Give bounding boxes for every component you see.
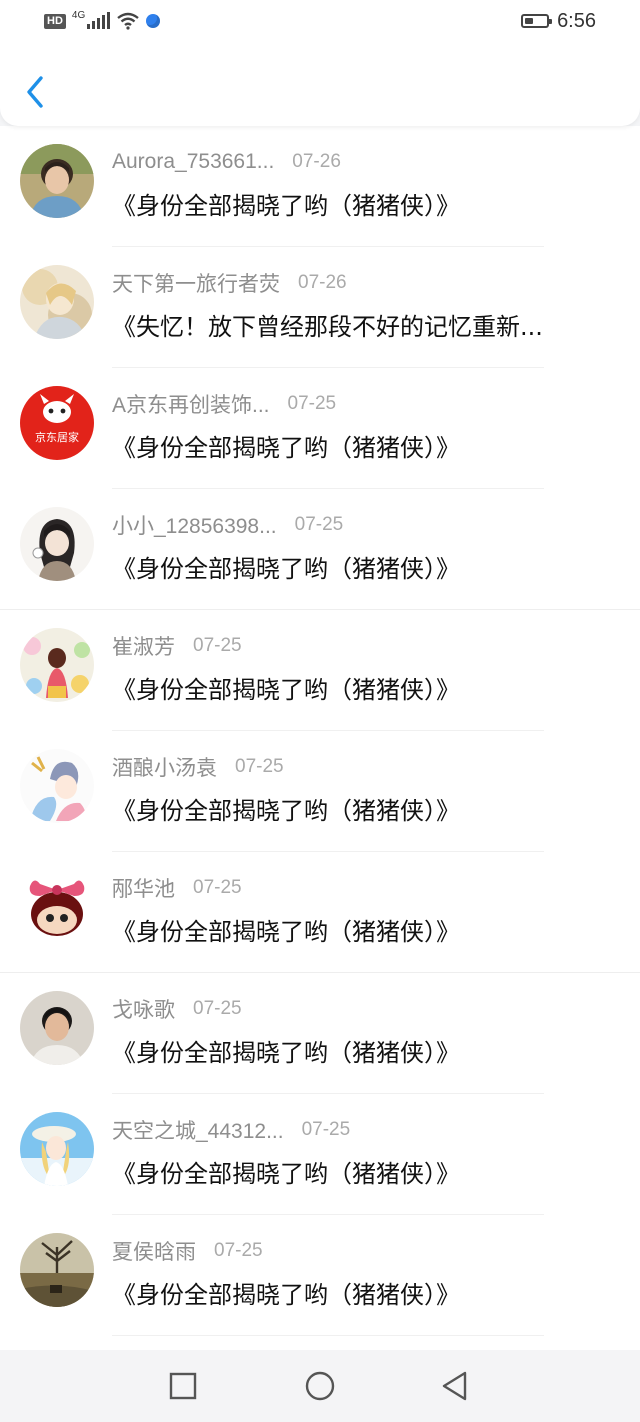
user-name: 邴华池: [112, 878, 175, 901]
post-date: 07-25: [287, 393, 337, 414]
avatar[interactable]: [20, 628, 94, 702]
post-date: 07-25: [193, 877, 242, 898]
post-date: 07-26: [298, 272, 347, 293]
back-button[interactable]: [20, 72, 52, 112]
item-title[interactable]: 《身份全部揭晓了哟（猪猪侠）》: [112, 670, 612, 705]
item-title[interactable]: 《身份全部揭晓了哟（猪猪侠）》: [112, 1033, 612, 1068]
wifi-icon: [117, 12, 139, 30]
list-item[interactable]: 戈咏歌 07-25 《身份全部揭晓了哟（猪猪侠）》: [0, 973, 640, 1094]
square-icon: [169, 1372, 197, 1400]
network-type: 4G: [71, 9, 86, 21]
post-date: 07-25: [193, 635, 242, 656]
user-name: 小小_12856398...: [112, 515, 277, 538]
item-title[interactable]: 《身份全部揭晓了哟（猪猪侠）》: [112, 1275, 612, 1310]
circle-icon: [305, 1371, 335, 1401]
post-date: 07-25: [214, 1240, 263, 1261]
user-name: 戈咏歌: [112, 999, 175, 1022]
item-title[interactable]: 《身份全部揭晓了哟（猪猪侠）》: [112, 428, 612, 463]
avatar[interactable]: [20, 507, 94, 581]
list-item[interactable]: Aurora_753661... 07-26 《身份全部揭晓了哟（猪猪侠）》: [0, 126, 640, 247]
avatar-label: 京东居家: [35, 430, 79, 444]
user-name: 崔淑芳: [112, 636, 175, 659]
post-date: 07-25: [301, 1119, 351, 1140]
chevron-left-icon: [27, 76, 43, 108]
battery-fill: [525, 18, 534, 24]
avatar[interactable]: 京东居家: [20, 386, 94, 460]
list-item[interactable]: 崔淑芳 07-25 《身份全部揭晓了哟（猪猪侠）》: [0, 610, 640, 731]
avatar[interactable]: [20, 1112, 94, 1186]
user-name: A京东再创装饰...: [112, 394, 270, 417]
app-notification-icon: [146, 14, 161, 28]
message-list: Aurora_753661... 07-26 《身份全部揭晓了哟（猪猪侠）》 天…: [0, 126, 640, 1350]
avatar[interactable]: [20, 749, 94, 823]
user-name: 天下第一旅行者荧: [112, 273, 280, 296]
list-item[interactable]: 京东居家 A京东再创装饰... 07-25 《身份全部揭晓了哟（猪猪侠）》: [0, 368, 640, 489]
avatar[interactable]: [20, 870, 94, 944]
home-button[interactable]: [302, 1368, 338, 1404]
post-date: 07-25: [294, 514, 344, 535]
avatar[interactable]: [20, 265, 94, 339]
item-title[interactable]: 《身份全部揭晓了哟（猪猪侠）》: [112, 1154, 612, 1189]
post-date: 07-26: [292, 151, 341, 172]
list-item[interactable]: 酒酿小汤袁 07-25 《身份全部揭晓了哟（猪猪侠）》: [0, 731, 640, 852]
user-name: 酒酿小汤袁: [112, 757, 217, 780]
triangle-back-icon: [442, 1371, 467, 1401]
item-title[interactable]: 《身份全部揭晓了哟（猪猪侠）》: [112, 791, 612, 826]
user-name: Aurora_753661...: [112, 150, 275, 173]
avatar[interactable]: [20, 1233, 94, 1307]
list-item[interactable]: 天下第一旅行者荧 07-26 《失忆！放下曾经那段不好的记忆重新...: [0, 247, 640, 368]
clock: 6:56: [557, 9, 596, 32]
status-bar-right: 6:56: [521, 10, 596, 32]
list-item[interactable]: 邴华池 07-25 《身份全部揭晓了哟（猪猪侠）》: [0, 852, 640, 973]
item-title[interactable]: 《失忆！放下曾经那段不好的记忆重新...: [112, 307, 612, 342]
status-bar-left: HD 4G: [44, 9, 161, 32]
signal-icon: [87, 12, 111, 29]
battery-icon: [521, 14, 553, 28]
list-item[interactable]: 夏侯晗雨 07-25 《身份全部揭晓了哟（猪猪侠）》: [0, 1215, 640, 1336]
hd-badge: HD: [44, 13, 66, 29]
list-item[interactable]: 天空之城_44312... 07-25 《身份全部揭晓了哟（猪猪侠）》: [0, 1094, 640, 1215]
item-title[interactable]: 《身份全部揭晓了哟（猪猪侠）》: [112, 912, 612, 947]
item-title[interactable]: 《身份全部揭晓了哟（猪猪侠）》: [112, 549, 612, 584]
post-date: 07-25: [235, 756, 284, 777]
user-name: 天空之城_44312...: [112, 1120, 284, 1143]
system-back-button[interactable]: [437, 1368, 473, 1404]
avatar[interactable]: [20, 144, 94, 218]
avatar[interactable]: [20, 991, 94, 1065]
top-bar: HD 4G 6:56: [0, 0, 640, 126]
list-item[interactable]: 小小_12856398... 07-25 《身份全部揭晓了哟（猪猪侠）》: [0, 489, 640, 610]
system-nav-bar: [0, 1350, 640, 1422]
divider: [112, 1335, 544, 1336]
post-date: 07-25: [193, 998, 242, 1019]
item-title[interactable]: 《身份全部揭晓了哟（猪猪侠）》: [112, 186, 612, 221]
recent-apps-button[interactable]: [165, 1368, 201, 1404]
user-name: 夏侯晗雨: [112, 1241, 196, 1264]
